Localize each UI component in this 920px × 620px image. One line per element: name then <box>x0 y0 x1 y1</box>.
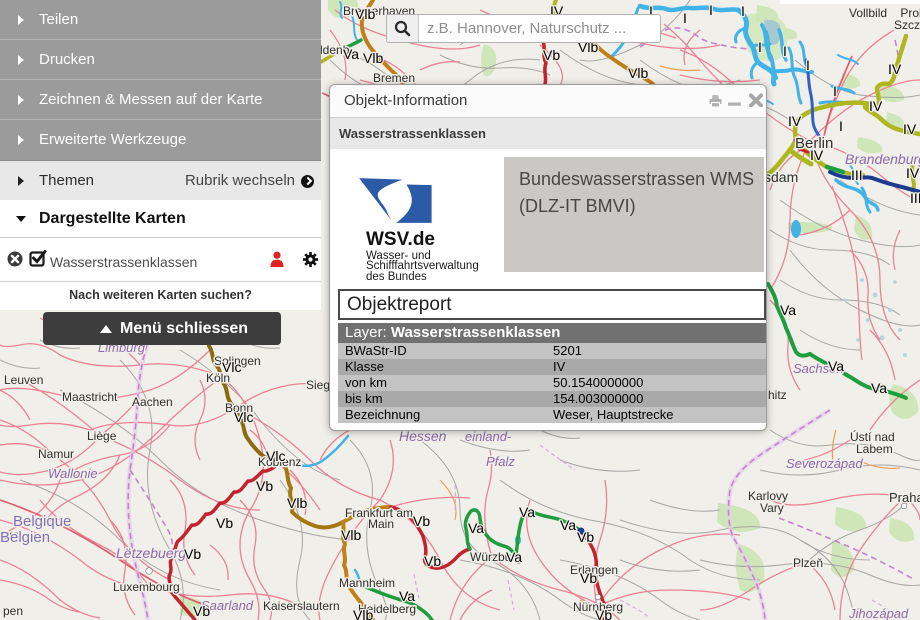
svg-text:Namur: Namur <box>38 447 74 461</box>
svg-text:Vlc: Vlc <box>222 359 241 375</box>
svg-text:Va: Va <box>871 380 887 396</box>
svg-text:III: III <box>851 167 863 183</box>
svg-text:Belgien: Belgien <box>0 529 50 546</box>
svg-text:Vb: Vb <box>256 478 273 494</box>
svg-text:Labem: Labem <box>856 442 893 456</box>
svg-text:Vary: Vary <box>760 501 784 515</box>
svg-text:Main: Main <box>368 517 394 531</box>
svg-text:I: I <box>741 3 745 19</box>
svg-text:Bremen: Bremen <box>373 71 415 85</box>
svg-text:III: III <box>910 190 920 206</box>
svg-text:Va: Va <box>828 358 844 374</box>
svg-text:Mannheim: Mannheim <box>339 576 395 590</box>
svg-text:IV: IV <box>788 113 802 129</box>
svg-text:Vb: Vb <box>580 570 597 586</box>
svg-text:Aachen: Aachen <box>132 395 173 409</box>
svg-text:Va: Va <box>468 520 484 536</box>
svg-text:Jihozápad: Jihozápad <box>848 606 909 620</box>
svg-text:IV: IV <box>903 121 917 137</box>
svg-text:pen: pen <box>3 604 23 618</box>
svg-text:Praha: Praha <box>889 490 920 505</box>
svg-text:I: I <box>806 57 810 73</box>
svg-text:I: I <box>709 2 713 18</box>
svg-text:Severozápad: Severozápad <box>786 456 863 471</box>
svg-text:Szcze: Szcze <box>894 18 920 32</box>
svg-text:I: I <box>839 118 843 134</box>
svg-text:Vlc: Vlc <box>234 409 253 425</box>
svg-text:Lëtzebuerg: Lëtzebuerg <box>116 545 186 561</box>
svg-text:Kaiserslautern: Kaiserslautern <box>263 599 340 613</box>
svg-text:Va: Va <box>506 549 522 565</box>
svg-text:Va: Va <box>560 517 576 533</box>
svg-text:I: I <box>683 10 687 26</box>
svg-text:Leuven: Leuven <box>4 373 43 387</box>
svg-text:I: I <box>783 43 787 59</box>
svg-text:hitz: hitz <box>768 388 787 402</box>
svg-text:Liège: Liège <box>87 429 117 443</box>
svg-text:I: I <box>758 39 762 55</box>
svg-text:I: I <box>833 83 837 99</box>
svg-text:Va: Va <box>343 46 359 62</box>
svg-text:Vlb: Vlb <box>287 495 307 511</box>
svg-text:sdam: sdam <box>764 169 798 185</box>
svg-text:Va: Va <box>780 302 796 318</box>
svg-text:Sieg: Sieg <box>306 378 330 392</box>
svg-text:IV: IV <box>810 147 824 163</box>
svg-text:Luxembourg: Luxembourg <box>113 580 180 594</box>
svg-text:Vlb: Vlb <box>353 607 373 620</box>
svg-text:Vb: Vb <box>595 607 612 620</box>
svg-text:Plzeň: Plzeň <box>793 556 823 570</box>
svg-text:Vlc: Vlc <box>266 448 285 464</box>
svg-text:Vlb: Vlb <box>363 50 383 66</box>
svg-text:Va: Va <box>399 588 415 604</box>
svg-text:Vlb: Vlb <box>341 527 361 543</box>
svg-text:Vb: Vb <box>577 529 594 545</box>
svg-text:Belgique: Belgique <box>13 513 71 530</box>
svg-text:einland-: einland- <box>465 429 512 444</box>
svg-text:Vb: Vb <box>424 553 441 569</box>
svg-text:IV: IV <box>906 165 920 181</box>
svg-text:Vb: Vb <box>543 47 560 63</box>
svg-text:IV: IV <box>888 61 902 77</box>
svg-text:Wallonie: Wallonie <box>48 466 98 481</box>
svg-text:Vlb: Vlb <box>355 6 375 22</box>
svg-text:Vlb: Vlb <box>628 65 648 81</box>
svg-text:Vb: Vb <box>184 546 201 562</box>
svg-text:Va: Va <box>519 504 535 520</box>
svg-text:Vb: Vb <box>216 515 233 531</box>
svg-text:Pfalz: Pfalz <box>486 454 515 469</box>
svg-text:Maastricht: Maastricht <box>62 390 118 404</box>
svg-text:Vb: Vb <box>193 603 210 619</box>
svg-text:Vb: Vb <box>413 513 430 529</box>
svg-text:IV: IV <box>869 98 883 114</box>
